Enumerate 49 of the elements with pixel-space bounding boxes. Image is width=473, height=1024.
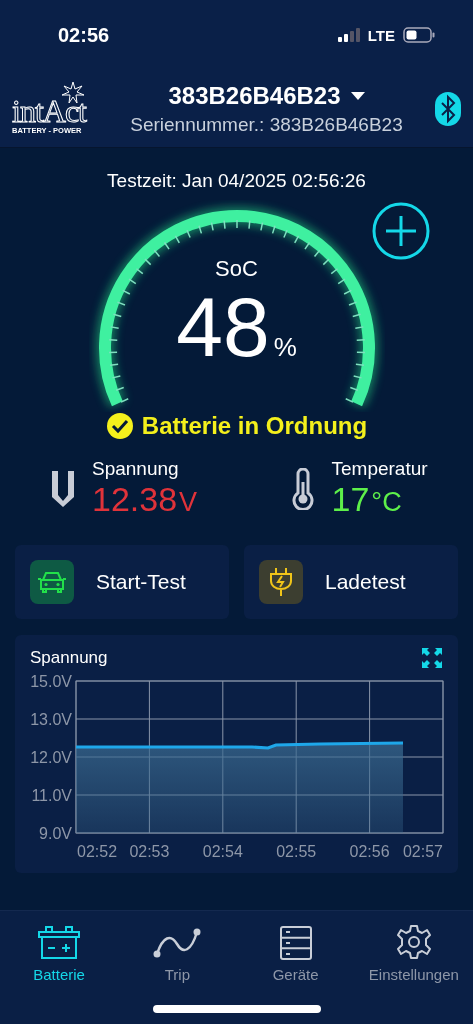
axis-label: 9.0V — [39, 825, 72, 842]
clock: 02:56 — [58, 23, 111, 47]
metric-value: 12.38 — [92, 480, 178, 519]
nav-tab[interactable]: Trip — [118, 921, 237, 983]
expand-icon[interactable] — [421, 647, 443, 669]
axis-label: 15.0V — [30, 673, 72, 690]
battery-icon — [403, 27, 435, 43]
serial-number: Seriennummer.: 383B26B46B23 — [130, 113, 403, 136]
car-icon — [38, 570, 66, 594]
signal-icon — [337, 28, 360, 42]
gauge-label: SoC — [215, 256, 258, 282]
server-icon — [278, 926, 313, 960]
add-button[interactable] — [372, 202, 430, 260]
metric-unit: °C — [371, 487, 402, 518]
nav-tab[interactable]: Einstellungen — [354, 921, 473, 983]
metric-label: Temperatur — [331, 458, 428, 480]
axis-label: 02:56 — [349, 843, 390, 859]
axis-label: 02:52 — [77, 843, 118, 859]
plug-icon — [269, 568, 293, 596]
test-button[interactable]: Start-Test — [15, 545, 229, 619]
nav-tab[interactable]: Geräte — [236, 921, 355, 983]
network-label: LTE — [367, 26, 395, 44]
thermometer-icon — [289, 467, 316, 510]
axis-label: 02:54 — [202, 843, 243, 859]
battery-status: Batterie in Ordnung — [141, 412, 368, 440]
bluetooth-icon[interactable] — [435, 91, 461, 126]
check-icon — [105, 412, 134, 440]
axis-label: 02:57 — [402, 843, 443, 859]
axis-label: 02:55 — [276, 843, 317, 859]
axis-label: 02:53 — [129, 843, 170, 859]
chart-title: Spannung — [30, 648, 108, 668]
soc-unit: % — [273, 332, 297, 363]
logo-text: intAct — [12, 96, 86, 126]
battery-icon — [37, 926, 82, 960]
metric-unit: V — [179, 487, 198, 518]
metric-label: Spannung — [92, 458, 180, 480]
metric-value: 17 — [331, 480, 370, 519]
test-time: Testzeit: Jan 04/2025 02:56:26 — [107, 170, 366, 192]
route-icon — [153, 926, 202, 960]
test-button[interactable]: Ladetest — [244, 545, 458, 619]
axis-label: 13.0V — [30, 711, 72, 728]
axis-label: 11.0V — [31, 787, 72, 804]
caret-icon — [350, 91, 365, 100]
axis-label: 12.0V — [30, 749, 72, 766]
settings-icon — [395, 924, 432, 960]
nav-tab[interactable]: Batterie — [0, 921, 119, 983]
soc-value: 48 — [176, 282, 270, 372]
device-selector[interactable]: 383B26B46B23 — [168, 81, 365, 110]
horseshoe-icon — [50, 468, 76, 509]
